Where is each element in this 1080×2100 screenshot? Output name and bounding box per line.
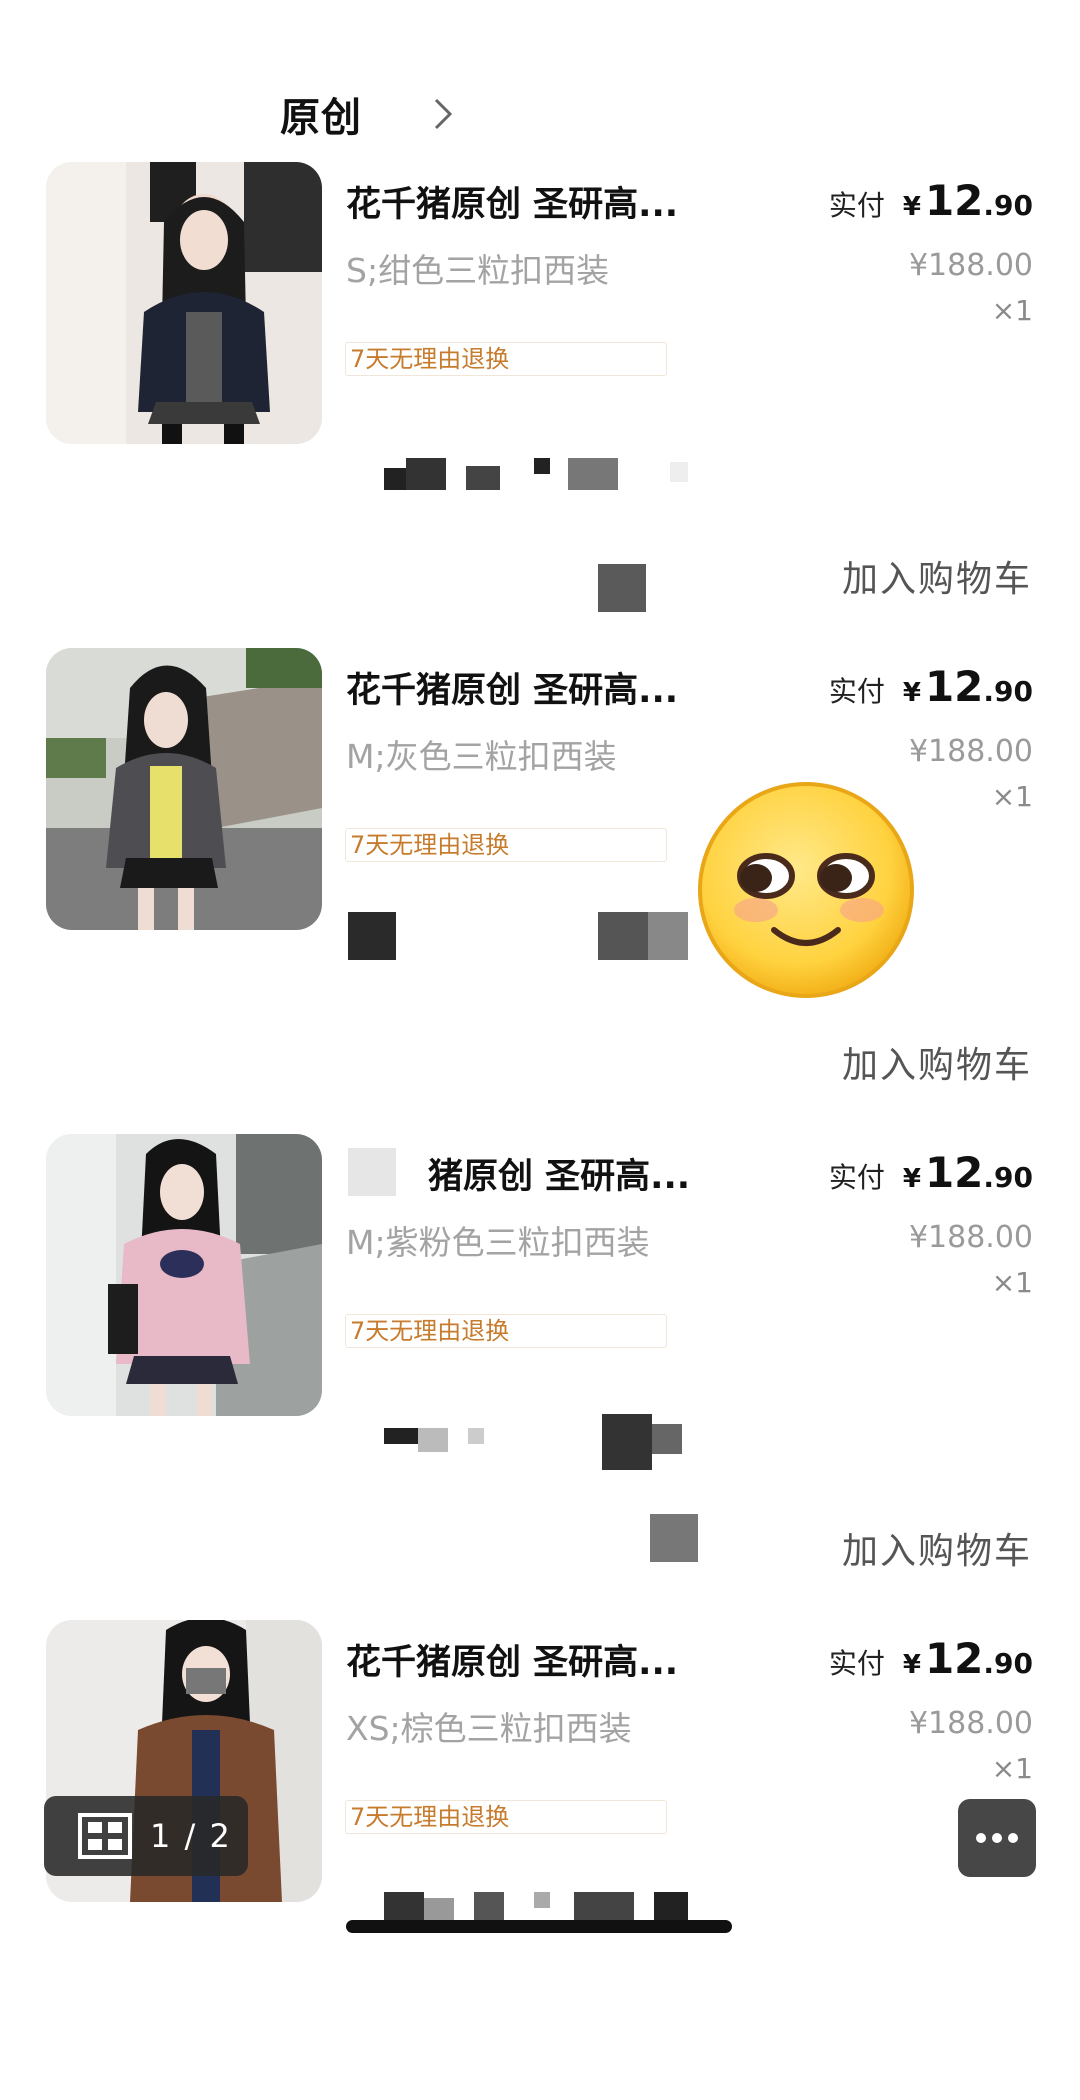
original-price: ¥188.00 <box>908 734 1033 769</box>
return-policy-tag: 7天无理由退换 <box>345 828 667 862</box>
product-image[interactable] <box>46 162 322 444</box>
page-indicator[interactable]: 1 / 2 <box>44 1796 248 1876</box>
product-sku: M;灰色三粒扣西装 <box>346 737 617 776</box>
quantity: ×1 <box>991 1752 1033 1785</box>
paid-price: 实付 ¥ 12 .90 <box>829 176 1033 225</box>
paid-label: 实付 <box>828 1647 885 1680</box>
product-sku: M;紫粉色三粒扣西装 <box>346 1223 650 1262</box>
product-image[interactable] <box>46 648 322 930</box>
page-count: 1 / 2 <box>150 1817 232 1855</box>
quantity: ×1 <box>991 780 1033 813</box>
quantity: ×1 <box>991 1266 1033 1299</box>
price-decimal: .90 <box>983 675 1033 708</box>
home-indicator[interactable] <box>346 1920 732 1933</box>
order-item[interactable]: 猪原创 圣研高... M;紫粉色三粒扣西装 7天无理由退换 实付 ¥ 12 .9… <box>0 1134 1080 1614</box>
order-item[interactable]: 花千猪原创 圣研高... M;灰色三粒扣西装 7天无理由退换 实付 ¥ 12 .… <box>0 648 1080 1128</box>
redacted-block <box>348 1148 396 1196</box>
currency-symbol: ¥ <box>902 1650 921 1680</box>
product-title[interactable]: 花千猪原创 圣研高... <box>346 1634 678 1685</box>
price-integer: 12 <box>924 1634 984 1683</box>
product-sku: XS;棕色三粒扣西装 <box>346 1709 632 1748</box>
quantity: ×1 <box>991 294 1033 327</box>
original-price: ¥188.00 <box>908 248 1033 283</box>
order-item[interactable]: 花千猪原创 圣研高... S;绀色三粒扣西装 7天无理由退换 实付 ¥ 12 .… <box>0 162 1080 642</box>
price-integer: 12 <box>924 1148 984 1197</box>
return-policy-tag: 7天无理由退换 <box>345 1314 667 1348</box>
paid-label: 实付 <box>828 675 885 708</box>
more-button[interactable] <box>958 1799 1036 1877</box>
currency-symbol: ¥ <box>902 1164 921 1194</box>
shop-name: 原创 <box>280 95 362 141</box>
return-policy-tag: 7天无理由退换 <box>345 342 667 376</box>
redacted-block <box>598 912 688 960</box>
original-price: ¥188.00 <box>908 1220 1033 1255</box>
redacted-block <box>384 1414 704 1470</box>
more-dots-icon <box>976 1833 1018 1843</box>
redacted-block <box>384 458 700 492</box>
product-image[interactable] <box>46 1134 322 1416</box>
price-decimal: .90 <box>983 1647 1033 1680</box>
redacted-block <box>598 564 646 612</box>
paid-price: 实付 ¥ 12 .90 <box>829 1634 1033 1683</box>
paid-price: 实付 ¥ 12 .90 <box>829 662 1033 711</box>
add-to-cart-button[interactable]: 加入购物车 <box>842 550 1032 602</box>
original-price: ¥188.00 <box>908 1706 1033 1741</box>
paid-label: 实付 <box>828 1161 885 1194</box>
redacted-block <box>650 1514 698 1562</box>
currency-symbol: ¥ <box>902 192 921 222</box>
product-sku: S;绀色三粒扣西装 <box>346 251 610 290</box>
currency-symbol: ¥ <box>902 678 921 708</box>
return-policy-tag: 7天无理由退换 <box>345 1800 667 1834</box>
price-integer: 12 <box>924 662 984 711</box>
shop-header[interactable]: 原创 <box>280 86 362 142</box>
price-decimal: .90 <box>983 189 1033 222</box>
grid-icon <box>78 1813 132 1859</box>
redacted-block <box>348 912 396 960</box>
paid-price: 实付 ¥ 12 .90 <box>829 1148 1033 1197</box>
price-integer: 12 <box>924 176 984 225</box>
product-title[interactable]: 花千猪原创 圣研高... <box>346 176 678 227</box>
product-title[interactable]: 花千猪原创 圣研高... <box>346 662 678 713</box>
add-to-cart-button[interactable]: 加入购物车 <box>842 1522 1032 1574</box>
price-decimal: .90 <box>983 1161 1033 1194</box>
add-to-cart-button[interactable]: 加入购物车 <box>842 1036 1032 1088</box>
smirking-face-icon <box>698 782 914 998</box>
paid-label: 实付 <box>828 189 885 222</box>
chevron-right-icon[interactable] <box>420 92 464 136</box>
product-title[interactable]: 猪原创 圣研高... <box>428 1148 690 1199</box>
